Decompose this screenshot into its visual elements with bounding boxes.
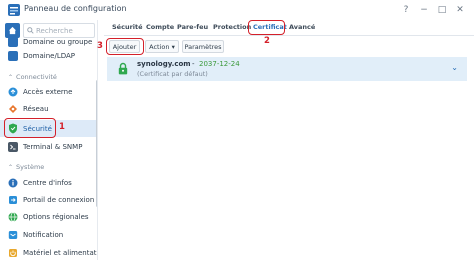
certificate-separator: - xyxy=(192,60,195,68)
sidebar-item-regional-options[interactable]: Options régionales xyxy=(0,209,96,224)
sidebar-group-system[interactable]: ⌃ Système xyxy=(8,163,44,171)
minimize-button[interactable]: − xyxy=(416,2,432,18)
terminal-icon xyxy=(8,141,18,152)
external-access-icon xyxy=(8,87,18,97)
annotation-number-3: 3 xyxy=(97,41,103,51)
certificate-expiry-date: 2037-12-24 xyxy=(199,60,240,68)
chevron-up-icon: ⌃ xyxy=(8,163,14,171)
sidebar-item-network[interactable]: Réseau xyxy=(0,101,96,116)
login-portal-icon xyxy=(8,195,18,205)
sidebar-item-label: Portail de connexion xyxy=(23,195,95,204)
sidebar-item-label: Matériel et alimentation xyxy=(23,248,97,257)
maximize-button[interactable]: □ xyxy=(434,2,450,18)
window-title: Panneau de configuration xyxy=(24,4,127,13)
network-icon xyxy=(8,104,18,114)
sidebar-item-label: Réseau xyxy=(23,104,49,113)
ldap-icon xyxy=(8,50,18,61)
annotation-box-certificate-tab xyxy=(248,20,285,35)
sidebar-item-domain-group[interactable]: Domaine ou groupe xyxy=(0,34,96,49)
control-panel-logo-icon xyxy=(8,4,20,16)
sidebar-item-notification[interactable]: Notification xyxy=(0,227,96,242)
settings-button[interactable]: Paramètres xyxy=(182,40,224,53)
sidebar-item-label: Notification xyxy=(23,230,64,239)
sidebar-group-label: Connectivité xyxy=(16,73,57,81)
regional-options-icon xyxy=(8,211,18,222)
sidebar-item-label: Options régionales xyxy=(23,212,89,221)
sidebar-group-label: Système xyxy=(16,163,45,171)
sidebar-item-terminal[interactable]: Terminal & SNMP xyxy=(0,139,96,154)
annotation-box-security xyxy=(4,118,56,138)
certificate-domain: synology.com xyxy=(137,60,191,68)
sidebar-item-external-access[interactable]: Accès externe xyxy=(0,84,96,99)
annotation-box-add-button xyxy=(106,38,144,55)
sidebar-item-label: Centre d'infos xyxy=(23,178,72,187)
title-bar: Panneau de configuration ? − □ ✕ xyxy=(0,0,474,20)
tab-account[interactable]: Compte xyxy=(146,23,174,31)
lock-icon xyxy=(118,62,128,75)
sidebar-item-info-center[interactable]: Centre d'infos xyxy=(0,175,96,190)
window-controls: ? − □ ✕ xyxy=(398,2,468,18)
tab-advanced[interactable]: Avancé xyxy=(289,23,315,31)
sidebar-group-connectivity[interactable]: ⌃ Connectivité xyxy=(8,73,57,81)
control-panel-window: Panneau de configuration ? − □ ✕ Recherc… xyxy=(0,0,474,260)
sidebar-item-domain-ldap[interactable]: Domaine/LDAP xyxy=(0,48,96,63)
close-button[interactable]: ✕ xyxy=(452,2,468,18)
annotation-number-2: 2 xyxy=(264,36,270,46)
chevron-up-icon: ⌃ xyxy=(8,73,14,81)
sidebar-item-label: Terminal & SNMP xyxy=(23,142,83,151)
help-button[interactable]: ? xyxy=(398,2,414,18)
tab-protection[interactable]: Protection xyxy=(213,23,251,31)
sidebar-item-login-portal[interactable]: Portail de connexion xyxy=(0,192,96,207)
sidebar-scrollbar[interactable] xyxy=(96,80,97,207)
sidebar: Domaine ou groupe Domaine/LDAP ⌃ Connect… xyxy=(0,20,98,260)
certificate-description: (Certificat par défaut) xyxy=(137,70,208,78)
chevron-down-icon[interactable]: ⌄ xyxy=(451,63,458,72)
info-icon xyxy=(8,178,18,188)
sidebar-item-label: Domaine ou groupe xyxy=(23,37,93,46)
search-icon xyxy=(27,27,34,34)
sidebar-item-label: Domaine/LDAP xyxy=(23,51,76,60)
tab-firewall[interactable]: Pare-feu xyxy=(177,23,208,31)
sidebar-item-label: Accès externe xyxy=(23,87,73,96)
domain-icon xyxy=(8,36,18,47)
certificate-row[interactable]: synology.com - 2037-12-24 (Certificat pa… xyxy=(107,57,467,81)
sidebar-item-hardware-power[interactable]: Matériel et alimentation xyxy=(0,245,97,260)
tab-bar: Sécurité Compte Pare-feu Protection Cert… xyxy=(104,20,474,36)
action-dropdown-button[interactable]: Action ▾ xyxy=(145,40,179,53)
notification-icon xyxy=(8,230,18,240)
hardware-power-icon xyxy=(8,248,18,258)
tab-security[interactable]: Sécurité xyxy=(112,23,143,31)
annotation-number-1: 1 xyxy=(59,122,65,132)
